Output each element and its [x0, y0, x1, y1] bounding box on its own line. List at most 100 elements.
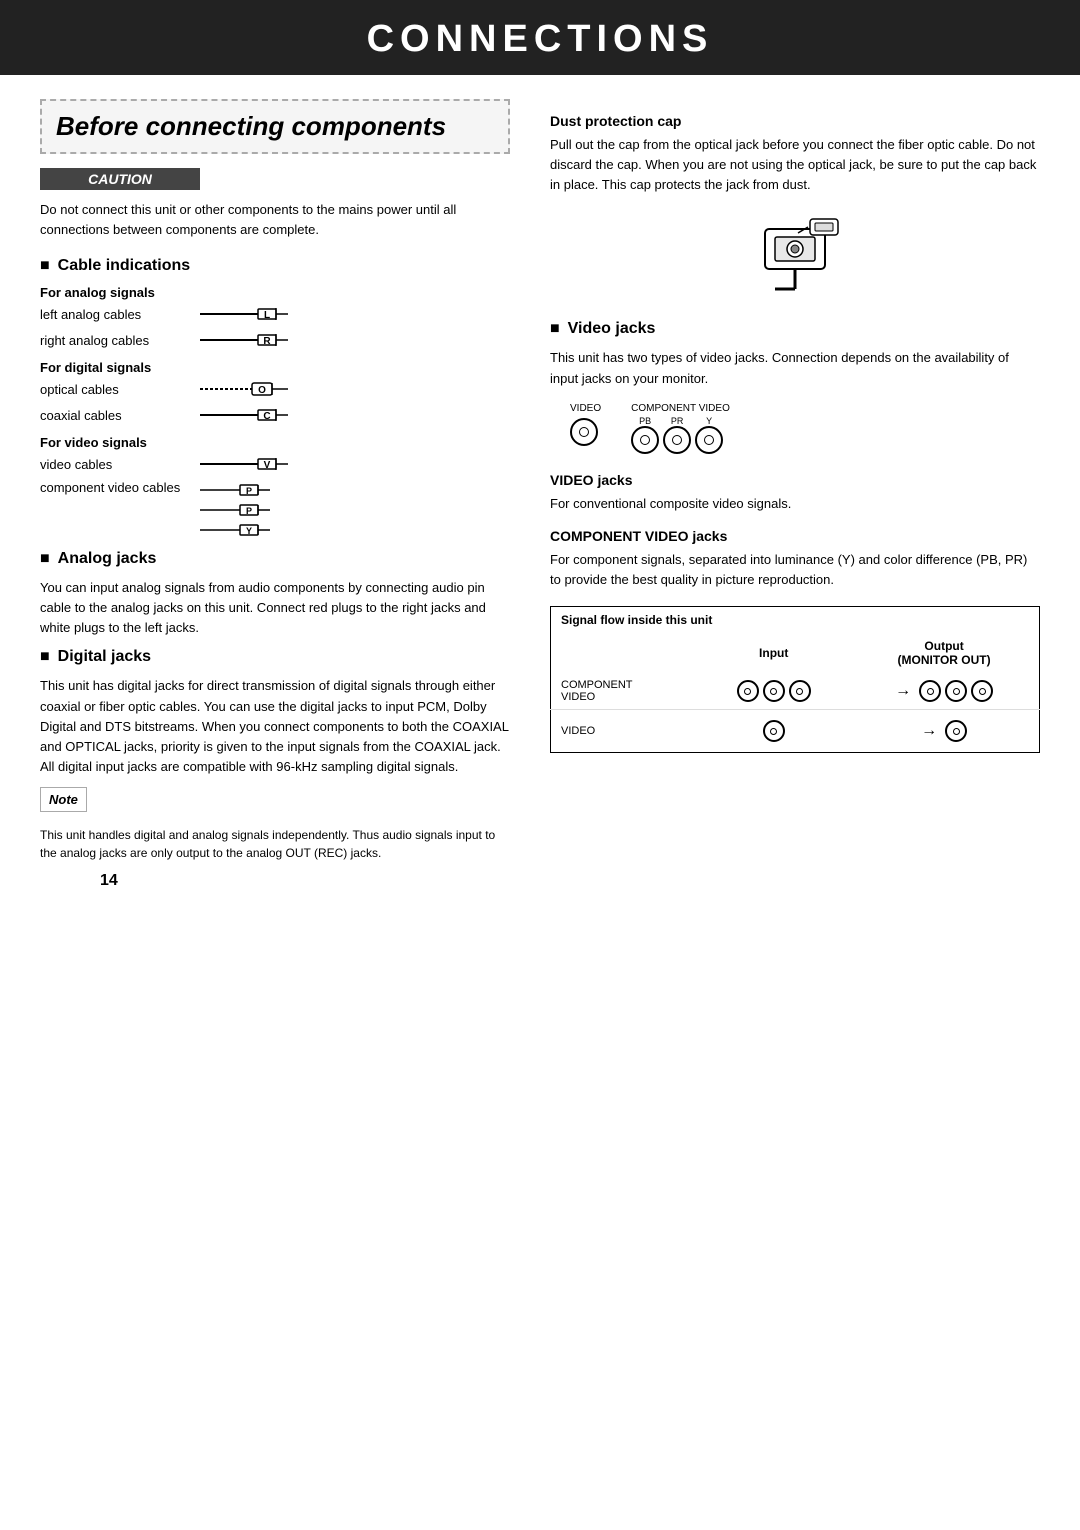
dust-cap-illustration: [550, 209, 1040, 302]
video-jack-inner: [579, 427, 589, 437]
cable-label-coaxial: coaxial cables: [40, 408, 200, 423]
svg-text:P: P: [246, 506, 252, 516]
monitor-out-label: (MONITOR OUT): [898, 653, 991, 667]
cable-label-left: left analog cables: [40, 307, 200, 322]
output-label: Output: [924, 639, 963, 653]
input-jack-1-inner: [744, 688, 751, 695]
component-row-output: →: [849, 673, 1039, 710]
output-jack-1: [919, 680, 941, 702]
component-video-jack-group: COMPONENT VIDEO PB PR Y: [631, 403, 730, 454]
component-jack-pb-inner: [640, 435, 650, 445]
component-jack-pr-inner: [672, 435, 682, 445]
video-input-jack-inner: [770, 728, 777, 735]
dust-cap-svg: [735, 209, 855, 299]
arrow-video: →: [921, 722, 937, 740]
cable-svg-component: P P Y: [200, 480, 290, 538]
input-jack-2-inner: [770, 688, 777, 695]
cable-label-component: component video cables: [40, 480, 200, 495]
video-row-input: [698, 710, 849, 753]
cable-row-video: video cables V: [40, 454, 510, 474]
left-column: Before connecting components CAUTION Do …: [40, 99, 540, 862]
input-jack-2: [763, 680, 785, 702]
y-label: Y: [695, 416, 723, 426]
cable-svg-optical: O: [200, 379, 290, 399]
cable-icon-left: L: [200, 304, 290, 324]
cable-svg-coaxial: C: [200, 405, 290, 425]
video-jacks-diagram: VIDEO COMPONENT VIDEO PB PR Y: [550, 403, 1040, 454]
component-jack-pb: [631, 426, 659, 454]
component-jack-y-inner: [704, 435, 714, 445]
analog-jacks-heading: Analog jacks: [40, 550, 510, 568]
svg-text:R: R: [263, 336, 271, 347]
signal-flow-input-header: Input: [698, 633, 849, 673]
video-jacks-sub-text: For conventional composite video signals…: [550, 494, 1040, 514]
input-jack-3-inner: [796, 688, 803, 695]
before-connecting-title: Before connecting components: [56, 111, 446, 141]
output-jack-1-inner: [927, 688, 934, 695]
caution-label: CAUTION: [40, 168, 200, 190]
analog-group-title: For analog signals: [40, 285, 510, 300]
signal-flow-title: Signal flow inside this unit: [551, 607, 1040, 634]
svg-text:P: P: [246, 486, 252, 496]
page-number: 14: [100, 872, 1080, 890]
digital-group-title: For digital signals: [40, 360, 510, 375]
input-label: Input: [759, 646, 788, 660]
component-jacks-heading: COMPONENT VIDEO jacks: [550, 528, 1040, 544]
pb-label: PB: [631, 416, 659, 426]
before-connecting-box: Before connecting components: [40, 99, 510, 154]
video-jacks-heading: Video jacks: [550, 320, 1040, 338]
component-jacks-text: For component signals, separated into lu…: [550, 550, 1040, 590]
cable-row-right: right analog cables R: [40, 330, 510, 350]
cable-label-video: video cables: [40, 457, 200, 472]
signal-flow-type-header: [551, 633, 699, 673]
cable-svg-video: V: [200, 454, 290, 474]
cable-row-optical: optical cables O: [40, 379, 510, 399]
video-jack-icon: [570, 418, 598, 446]
cable-icon-video: V: [200, 454, 290, 474]
svg-text:C: C: [263, 411, 270, 422]
svg-text:Y: Y: [246, 526, 252, 536]
signal-flow-table: Signal flow inside this unit Input Outpu…: [550, 606, 1040, 753]
video-row-type: VIDEO: [551, 710, 699, 753]
input-jack-1: [737, 680, 759, 702]
output-jack-3: [971, 680, 993, 702]
note-box: Note: [40, 787, 87, 812]
component-video-label: COMPONENT VIDEO: [631, 403, 730, 414]
video-jacks-text: This unit has two types of video jacks. …: [550, 348, 1040, 388]
video-output-jack-inner: [953, 728, 960, 735]
video-jack-label: VIDEO: [570, 403, 601, 414]
cable-svg-right: R: [200, 330, 290, 350]
component-jacks-row: [631, 426, 730, 454]
arrow-component: →: [895, 682, 911, 700]
component-row-input: [698, 673, 849, 710]
caution-text: Do not connect this unit or other compon…: [40, 200, 510, 239]
cable-svg-left: L: [200, 304, 290, 324]
output-jack-2: [945, 680, 967, 702]
cable-row-coaxial: coaxial cables C: [40, 405, 510, 425]
component-row-type: COMPONENTVIDEO: [551, 673, 699, 710]
cable-label-optical: optical cables: [40, 382, 200, 397]
video-jack-group: VIDEO: [570, 403, 601, 446]
table-row: COMPONENTVIDEO →: [551, 673, 1040, 710]
svg-text:L: L: [264, 310, 270, 321]
component-jack-pr: [663, 426, 691, 454]
component-jack-labels-row: PB PR Y: [631, 416, 730, 426]
dust-cap-heading: Dust protection cap: [550, 113, 1040, 129]
video-output-jack: [945, 720, 967, 742]
video-row-output: →: [849, 710, 1039, 753]
cable-icon-coaxial: C: [200, 405, 290, 425]
cable-indications-heading: Cable indications: [40, 257, 510, 275]
output-jack-2-inner: [953, 688, 960, 695]
cable-label-right: right analog cables: [40, 333, 200, 348]
digital-jacks-text: This unit has digital jacks for direct t…: [40, 676, 510, 777]
page-header: CONNECTIONS: [0, 0, 1080, 75]
note-label: Note: [49, 792, 78, 807]
signal-flow-output-header: Output (MONITOR OUT): [849, 633, 1039, 673]
video-input-jack: [763, 720, 785, 742]
cable-icon-component: P P Y: [200, 480, 290, 538]
page-title: CONNECTIONS: [0, 18, 1080, 61]
cable-icon-right: R: [200, 330, 290, 350]
video-jacks-sub-heading: VIDEO jacks: [550, 472, 1040, 488]
cable-row-component: component video cables P P: [40, 480, 510, 538]
analog-jacks-text: You can input analog signals from audio …: [40, 578, 510, 638]
